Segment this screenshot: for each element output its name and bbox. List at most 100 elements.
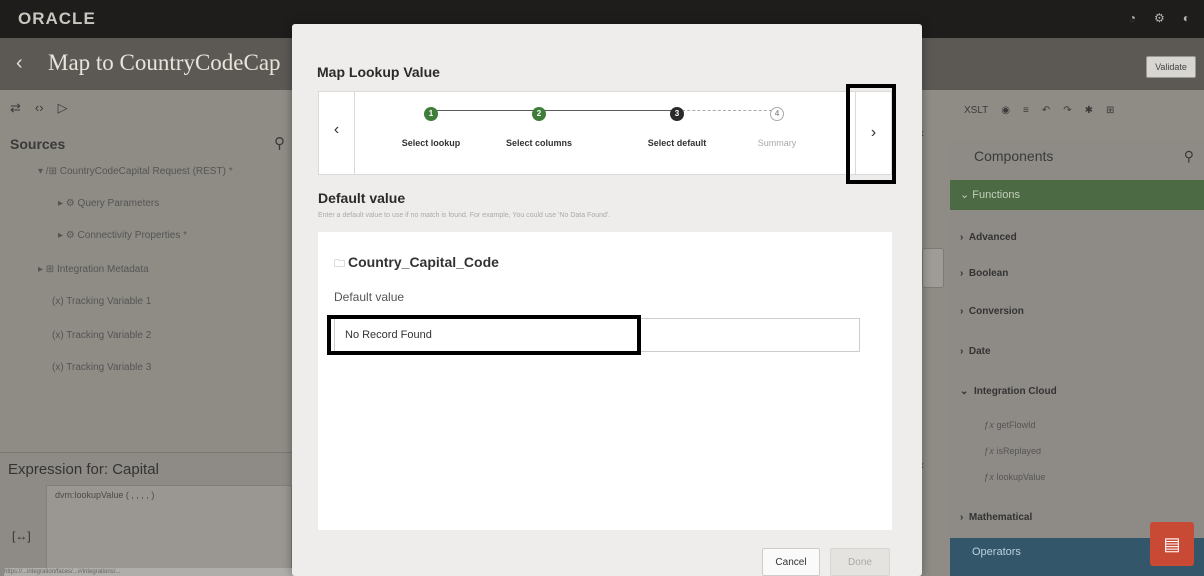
tree-item-icon: ▾ /⊞ xyxy=(38,166,60,177)
tree-item-label: Tracking Variable 2 xyxy=(66,330,152,341)
field-title: 🗀 Country_Capital_Code xyxy=(334,254,499,274)
components-title: Components xyxy=(974,148,1054,164)
user-icon[interactable]: ◐ xyxy=(1183,11,1190,25)
undo-icon[interactable]: ↶ xyxy=(1042,105,1050,116)
search-icon[interactable]: ⚲ xyxy=(1184,148,1194,165)
default-value-form: 🗀 Country_Capital_Code Default value No R… xyxy=(318,232,892,530)
wizard-train: ‹ 1 Select lookup 2 Select columns 3 Sel… xyxy=(318,91,892,175)
function-label: lookupValue xyxy=(996,472,1046,482)
step-label: Select columns xyxy=(505,138,573,148)
sources-panel: Sources ⚲ ▾ /⊞ CountryCodeCapital Reques… xyxy=(0,126,292,452)
filter-icon[interactable]: ≡ xyxy=(1023,105,1029,116)
tree-item-label: Tracking Variable 1 xyxy=(66,296,152,307)
sources-title: Sources xyxy=(10,136,66,152)
tree-item[interactable]: ▾ /⊞ CountryCodeCapital Request (REST) * xyxy=(38,166,233,177)
component-label: Advanced xyxy=(968,232,1017,243)
function-item[interactable]: ƒ𝑥 lookupValue xyxy=(984,472,1045,483)
expression-title: Expression for: Capital xyxy=(8,461,159,478)
previous-step-button[interactable]: ‹ xyxy=(319,92,355,174)
component-label: Boolean xyxy=(968,268,1009,279)
xslt-label[interactable]: XSLT xyxy=(964,105,988,116)
default-value-label: Default value xyxy=(334,290,405,304)
tree-item-icon: ▸ ⊞ xyxy=(38,264,57,275)
functions-label: Functions xyxy=(972,189,1020,201)
tree-item-icon: (x) xyxy=(52,362,67,373)
tree-item-label: CountryCodeCapital Request (REST) * xyxy=(59,166,233,177)
search-icon[interactable]: ⚲ xyxy=(274,134,285,152)
wizard-step-select-default[interactable]: 3 Select default xyxy=(622,103,732,148)
validate-button[interactable]: Validate xyxy=(1146,56,1196,78)
component-item[interactable]: ⌄ Integration Cloud xyxy=(960,386,1057,397)
component-label: Conversion xyxy=(968,306,1024,317)
tree-item[interactable]: (x) Tracking Variable 3 xyxy=(52,362,151,373)
step-label: Select lookup xyxy=(401,138,461,148)
pin-icon[interactable]: ✱ xyxy=(1085,105,1093,116)
expression-text: dvm:lookupValue ( , , , , ) xyxy=(55,490,155,500)
component-item[interactable]: › Conversion xyxy=(960,306,1024,317)
redo-icon[interactable]: ↷ xyxy=(1063,105,1071,116)
tree-item[interactable]: (x) Tracking Variable 2 xyxy=(52,330,151,341)
wizard-step-select-lookup[interactable]: 1 Select lookup xyxy=(376,103,486,148)
eye-icon[interactable]: ◉ xyxy=(1001,105,1010,116)
step-label: Select default xyxy=(647,138,707,148)
component-label: Mathematical xyxy=(968,512,1033,523)
play-icon[interactable]: ▷ xyxy=(58,100,68,116)
tree-item-icon: (x) xyxy=(52,330,67,341)
step-label: Summary xyxy=(757,138,797,148)
tree-item-icon: ▸ ⚙ xyxy=(58,198,78,209)
section-hint: Enter a default value to use if no match… xyxy=(318,212,611,219)
page-title: Map to CountryCodeCap xyxy=(48,50,281,75)
back-arrow-icon[interactable]: ‹ xyxy=(16,52,23,75)
tree-item-label: Tracking Variable 3 xyxy=(66,362,152,373)
field-title-text: Country_Capital_Code xyxy=(348,254,499,270)
tree-item-label: Connectivity Properties * xyxy=(77,230,188,241)
component-label: Integration Cloud xyxy=(973,386,1057,397)
component-item[interactable]: › Mathematical xyxy=(960,512,1032,523)
tree-item[interactable]: ▸ ⚙ Connectivity Properties * xyxy=(58,230,187,241)
tree-item[interactable]: ▸ ⚙ Query Parameters xyxy=(58,198,159,209)
gear-icon[interactable]: ⚙ xyxy=(1154,11,1165,25)
oracle-logo: ORACLE xyxy=(18,9,96,28)
expression-editor[interactable]: dvm:lookupValue ( , , , , ) xyxy=(46,485,292,576)
highlight-box-next-button xyxy=(846,84,896,184)
components-panel: Components ⚲ ⌄ Functions › Advanced › Bo… xyxy=(950,140,1204,576)
wizard-step-select-columns[interactable]: 2 Select columns xyxy=(484,103,594,148)
tree-item-icon: ▸ ⚙ xyxy=(58,230,78,241)
components-toolbar: XSLT ◉ ≡ ↶ ↷ ✱ ⊞ xyxy=(950,100,1204,120)
chevron-down-icon: ⌄ xyxy=(960,189,970,201)
swap-icon[interactable]: ⇄ xyxy=(10,100,21,116)
folder-icon: 🗀 xyxy=(334,258,345,270)
tree-item[interactable]: (x) Tracking Variable 1 xyxy=(52,296,151,307)
tree-item-icon: (x) xyxy=(52,296,67,307)
done-button[interactable]: Done xyxy=(830,548,890,576)
mapper-toolbar: ⇄ ‹› ▷ xyxy=(10,100,68,116)
step-number: 1 xyxy=(424,107,438,121)
tree-item-label: Query Parameters xyxy=(77,198,160,209)
expression-panel: Expression for: Capital [↔] dvm:lookupVa… xyxy=(0,452,292,576)
expand-icon[interactable]: [↔] xyxy=(12,529,31,543)
step-number: 4 xyxy=(770,107,784,121)
operators-label: Operators xyxy=(972,546,1021,558)
function-label: isReplayed xyxy=(996,446,1042,456)
function-label: getFlowId xyxy=(996,420,1036,430)
component-item[interactable]: › Advanced xyxy=(960,232,1017,243)
layout-icon[interactable]: ⊞ xyxy=(1106,105,1114,116)
function-item[interactable]: ƒ𝑥 isReplayed xyxy=(984,446,1041,457)
bell-icon[interactable]: ◔ xyxy=(1129,11,1136,25)
step-number: 2 xyxy=(532,107,546,121)
component-item[interactable]: › Boolean xyxy=(960,268,1008,279)
wizard-step-summary[interactable]: 4 Summary xyxy=(722,103,832,148)
function-item[interactable]: ƒ𝑥 getFlowId xyxy=(984,420,1036,431)
tree-item-label: Integration Metadata xyxy=(56,264,149,275)
code-icon[interactable]: ‹› xyxy=(35,100,44,116)
side-card xyxy=(922,248,944,288)
step-number: 3 xyxy=(670,107,684,121)
map-lookup-dialog: Map Lookup Value ‹ 1 Select lookup 2 Sel… xyxy=(292,24,922,576)
tree-item[interactable]: ▸ ⊞ Integration Metadata xyxy=(38,264,149,275)
functions-header[interactable]: ⌄ Functions xyxy=(950,180,1204,210)
top-icons: ◔ ⚙ ◐ xyxy=(1129,11,1190,25)
component-item[interactable]: › Date xyxy=(960,346,991,357)
chat-icon[interactable]: ▤ xyxy=(1150,522,1194,566)
cancel-button[interactable]: Cancel xyxy=(762,548,820,576)
dialog-title: Map Lookup Value xyxy=(317,64,440,80)
